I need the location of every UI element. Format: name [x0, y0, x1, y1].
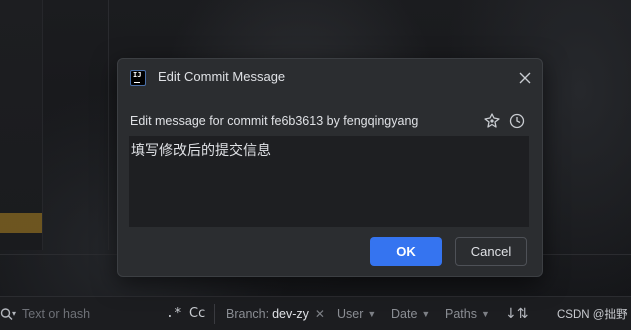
chevron-down-icon: ▼ [367, 308, 377, 319]
date-filter-label: Date [391, 306, 418, 321]
search-box[interactable]: ▾ [0, 297, 153, 330]
match-case-toggle[interactable]: Cc [189, 297, 205, 330]
message-history-button[interactable] [508, 112, 526, 130]
branch-filter-value: dev-zy [272, 306, 309, 321]
highlight-stripe [0, 213, 42, 233]
chevron-down-icon: ▼ [480, 308, 490, 319]
dialog-title-bar[interactable]: IJ Edit Commit Message [118, 59, 542, 97]
sort-icon[interactable]: ↓⇅ [505, 297, 528, 330]
paths-filter-label: Paths [445, 306, 477, 321]
clear-branch-icon[interactable]: ✕ [315, 307, 325, 321]
watermark: CSDN @拙野 [557, 308, 628, 321]
clock-history-icon [509, 113, 525, 129]
cancel-button[interactable]: Cancel [455, 237, 527, 266]
branch-filter-label: Branch: [226, 306, 270, 321]
close-button[interactable] [514, 67, 536, 89]
search-input[interactable] [22, 306, 153, 321]
user-filter[interactable]: User ▼ [337, 297, 376, 330]
paths-filter[interactable]: Paths ▼ [445, 297, 490, 330]
close-icon [519, 72, 531, 84]
branch-filter[interactable]: Branch: dev-zy ✕ [226, 297, 325, 330]
ai-assistant-icon [484, 113, 500, 128]
edit-commit-message-dialog: IJ Edit Commit Message Edit message for … [117, 58, 543, 277]
log-filter-toolbar: ▾ .* Cc Branch: dev-zy ✕ User ▼ Date ▼ P… [0, 296, 631, 330]
ok-button[interactable]: OK [370, 237, 442, 266]
app-icon-text: IJ [133, 71, 142, 79]
ai-assistant-button[interactable] [483, 112, 501, 130]
user-filter-label: User [337, 306, 364, 321]
chevron-down-icon: ▼ [421, 308, 431, 319]
dialog-title: Edit Commit Message [158, 69, 286, 84]
commit-message-input[interactable]: 填写修改后的提交信息 [129, 136, 529, 227]
search-options-chevron-icon[interactable]: ▾ [12, 309, 16, 318]
regex-toggle[interactable]: .* [166, 297, 182, 330]
edit-message-prompt: Edit message for commit fe6b3613 by feng… [130, 114, 419, 128]
panel-divider [108, 0, 109, 250]
date-filter[interactable]: Date ▼ [391, 297, 430, 330]
intellij-app-icon: IJ [130, 70, 146, 86]
toolbar-separator [214, 304, 215, 324]
